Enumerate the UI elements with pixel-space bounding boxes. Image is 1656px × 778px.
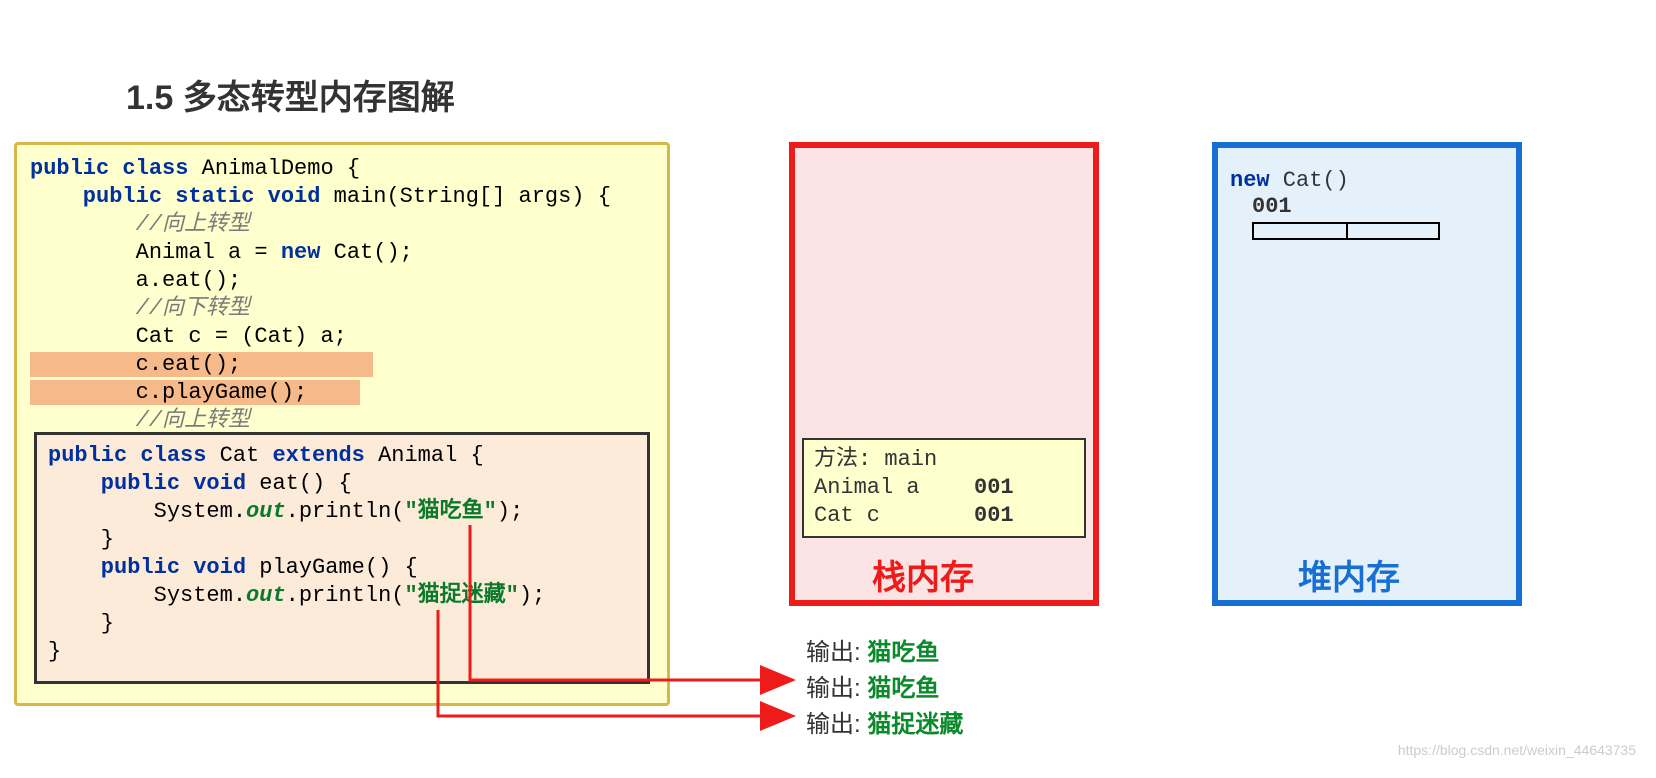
stack-var-addr: 001 (974, 502, 1014, 530)
comment-downcast: //向下转型 (30, 296, 250, 321)
code-text: } (48, 639, 61, 664)
table-divider (1346, 224, 1348, 238)
output-prefix: 输出: (806, 711, 867, 738)
code-animaldemo: public class AnimalDemo { public static … (30, 155, 611, 435)
code-text: } (48, 527, 114, 552)
field-out: out (246, 583, 286, 608)
output-value: 猫捉迷藏 (867, 711, 963, 738)
kw-class: class (127, 443, 206, 468)
string-literal: "猫吃鱼" (404, 499, 496, 524)
code-text: ); (497, 499, 523, 524)
heap-label: 堆内存 (1298, 550, 1400, 599)
stack-frame-main: 方法: main Animal a 001 Cat c 001 (802, 438, 1086, 538)
code-text: eat() { (246, 471, 352, 496)
section-title: 1.5 多态转型内存图解 (126, 70, 455, 119)
kw-extends: extends (272, 443, 364, 468)
code-text: Cat c = (Cat) a; (30, 324, 347, 349)
stack-var-row: Cat c 001 (814, 502, 1074, 530)
kw-new: new (1230, 168, 1270, 193)
code-highlight: c.eat(); (30, 352, 241, 377)
comment-upcast: //向上转型 (30, 408, 250, 433)
code-highlight-pad (307, 380, 360, 405)
kw-public: public (30, 156, 109, 181)
kw-void: void (254, 184, 320, 209)
code-text: .println( (286, 583, 405, 608)
stack-var-name: Cat c (814, 502, 974, 530)
code-text: Cat (206, 443, 272, 468)
output-line: 输出: 猫捉迷藏 (806, 704, 963, 739)
output-value: 猫吃鱼 (867, 639, 939, 666)
kw-public: public (30, 184, 162, 209)
output-line: 输出: 猫吃鱼 (806, 668, 939, 703)
code-highlight: c.playGame(); (30, 380, 307, 405)
kw-public: public (48, 555, 180, 580)
comment-upcast: //向上转型 (30, 212, 250, 237)
code-text: Animal { (365, 443, 484, 468)
heap-addr: 001 (1230, 194, 1349, 220)
code-text: a.eat(); (30, 268, 241, 293)
code-text: main(String[] args) { (320, 184, 610, 209)
code-text: Animal a = (30, 240, 281, 265)
output-line: 输出: 猫吃鱼 (806, 632, 939, 667)
field-out: out (246, 499, 286, 524)
stack-var-name: Animal a (814, 474, 974, 502)
stack-var-row: Animal a 001 (814, 474, 1074, 502)
diagram-page: 1.5 多态转型内存图解 public class AnimalDemo { p… (0, 0, 1656, 778)
kw-public: public (48, 471, 180, 496)
kw-static: static (162, 184, 254, 209)
output-prefix: 输出: (806, 639, 867, 666)
output-value: 猫吃鱼 (867, 675, 939, 702)
code-text: ); (519, 583, 545, 608)
code-text: AnimalDemo { (188, 156, 360, 181)
kw-void: void (180, 555, 246, 580)
heap-object-table (1252, 222, 1440, 240)
stack-frame-title: 方法: main (814, 446, 1074, 474)
code-text: playGame() { (246, 555, 418, 580)
code-text: System. (48, 499, 246, 524)
heap-object-text: new Cat() 001 (1230, 168, 1349, 220)
code-text: } (48, 611, 114, 636)
code-cat: public class Cat extends Animal { public… (48, 442, 545, 666)
kw-new: new (281, 240, 321, 265)
output-prefix: 输出: (806, 675, 867, 702)
stack-label: 栈内存 (872, 550, 974, 599)
kw-void: void (180, 471, 246, 496)
stack-var-addr: 001 (974, 474, 1014, 502)
kw-class: class (109, 156, 188, 181)
code-highlight-pad (241, 352, 373, 377)
watermark: https://blog.csdn.net/weixin_44643735 (1398, 742, 1636, 758)
string-literal: "猫捉迷藏" (404, 583, 518, 608)
code-text: Cat() (1270, 168, 1349, 193)
code-text: .println( (286, 499, 405, 524)
code-text: System. (48, 583, 246, 608)
code-text: Cat(); (320, 240, 412, 265)
kw-public: public (48, 443, 127, 468)
